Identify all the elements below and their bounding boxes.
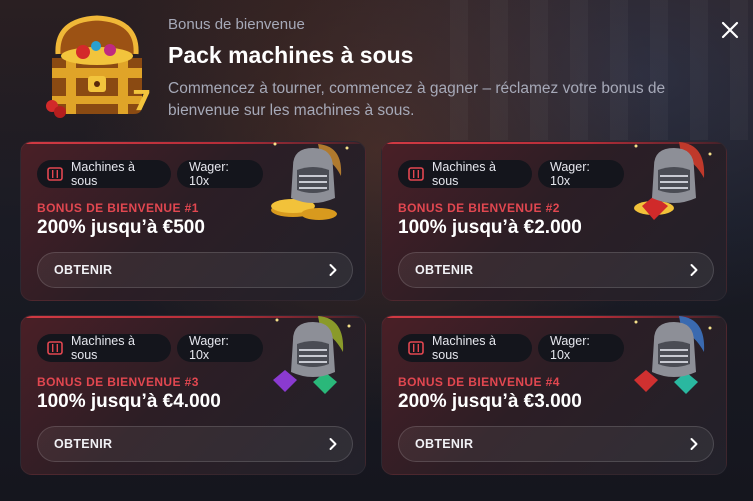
treasure-chest-icon: 7 <box>46 15 151 118</box>
slots-tag: Machines à sous <box>37 334 171 362</box>
bonus-card-4: Machines à sous Wager: 10x BONUS DE BIEN… <box>381 315 727 475</box>
slots-tag-label: Machines à sous <box>432 160 496 188</box>
obtain-button-label: OBTENIR <box>54 437 113 451</box>
close-icon[interactable] <box>716 16 744 44</box>
bonus-card-3: Machines à sous Wager: 10x BONUS DE BIEN… <box>20 315 366 475</box>
wager-tag: Wager: 10x <box>177 160 263 188</box>
slot-machine-icon <box>47 167 63 181</box>
slot-machine-icon <box>408 341 424 355</box>
bonus-value: 200% jusqu’à €500 <box>37 217 205 238</box>
knight-helmet-icon <box>271 142 349 220</box>
knight-helmet-icon <box>634 316 712 394</box>
bonus-label: BONUS DE BIENVENUE #1 <box>37 201 199 215</box>
wager-tag-label: Wager: 10x <box>550 334 590 362</box>
chevron-right-icon <box>329 438 337 450</box>
bonus-value: 100% jusqu’à €2.000 <box>398 217 582 238</box>
bonus-value: 100% jusqu’à €4.000 <box>37 391 221 412</box>
slots-tag: Machines à sous <box>37 160 171 188</box>
slots-tag-label: Machines à sous <box>71 334 135 362</box>
wager-tag: Wager: 10x <box>538 334 624 362</box>
slot-machine-icon <box>47 341 63 355</box>
slots-tag-label: Machines à sous <box>432 334 496 362</box>
obtain-button[interactable]: OBTENIR <box>37 252 353 288</box>
bonus-label: BONUS DE BIENVENUE #4 <box>398 375 560 389</box>
bonus-card-2: Machines à sous Wager: 10x BONUS DE BIEN… <box>381 141 727 301</box>
wager-tag-label: Wager: 10x <box>189 334 229 362</box>
slots-tag-label: Machines à sous <box>71 160 135 188</box>
wager-tag: Wager: 10x <box>177 334 263 362</box>
chevron-right-icon <box>690 438 698 450</box>
wager-tag-label: Wager: 10x <box>189 160 229 188</box>
obtain-button-label: OBTENIR <box>54 263 113 277</box>
knight-helmet-icon <box>273 316 351 394</box>
obtain-button-label: OBTENIR <box>415 263 474 277</box>
bonus-card-1: Machines à sous Wager: 10x BONUS DE BIEN… <box>20 141 366 301</box>
header-description: Commencez à tourner, commencez à gagner … <box>168 80 666 119</box>
knight-helmet-icon <box>634 142 712 220</box>
obtain-button[interactable]: OBTENIR <box>398 252 714 288</box>
slots-tag: Machines à sous <box>398 334 532 362</box>
bonus-label: BONUS DE BIENVENUE #2 <box>398 201 560 215</box>
obtain-button[interactable]: OBTENIR <box>37 426 353 462</box>
header: 7 Bonus de bienvenue Pack machines à sou… <box>0 0 753 140</box>
chevron-right-icon <box>690 264 698 276</box>
slots-tag: Machines à sous <box>398 160 532 188</box>
svg-text:7: 7 <box>132 84 151 117</box>
header-subtitle: Bonus de bienvenue <box>168 16 305 33</box>
bonus-label: BONUS DE BIENVENUE #3 <box>37 375 199 389</box>
wager-tag-label: Wager: 10x <box>550 160 590 188</box>
wager-tag: Wager: 10x <box>538 160 624 188</box>
slot-machine-icon <box>408 167 424 181</box>
page-title: Pack machines à sous <box>168 42 414 68</box>
bonus-value: 200% jusqu’à €3.000 <box>398 391 582 412</box>
chevron-right-icon <box>329 264 337 276</box>
obtain-button[interactable]: OBTENIR <box>398 426 714 462</box>
obtain-button-label: OBTENIR <box>415 437 474 451</box>
